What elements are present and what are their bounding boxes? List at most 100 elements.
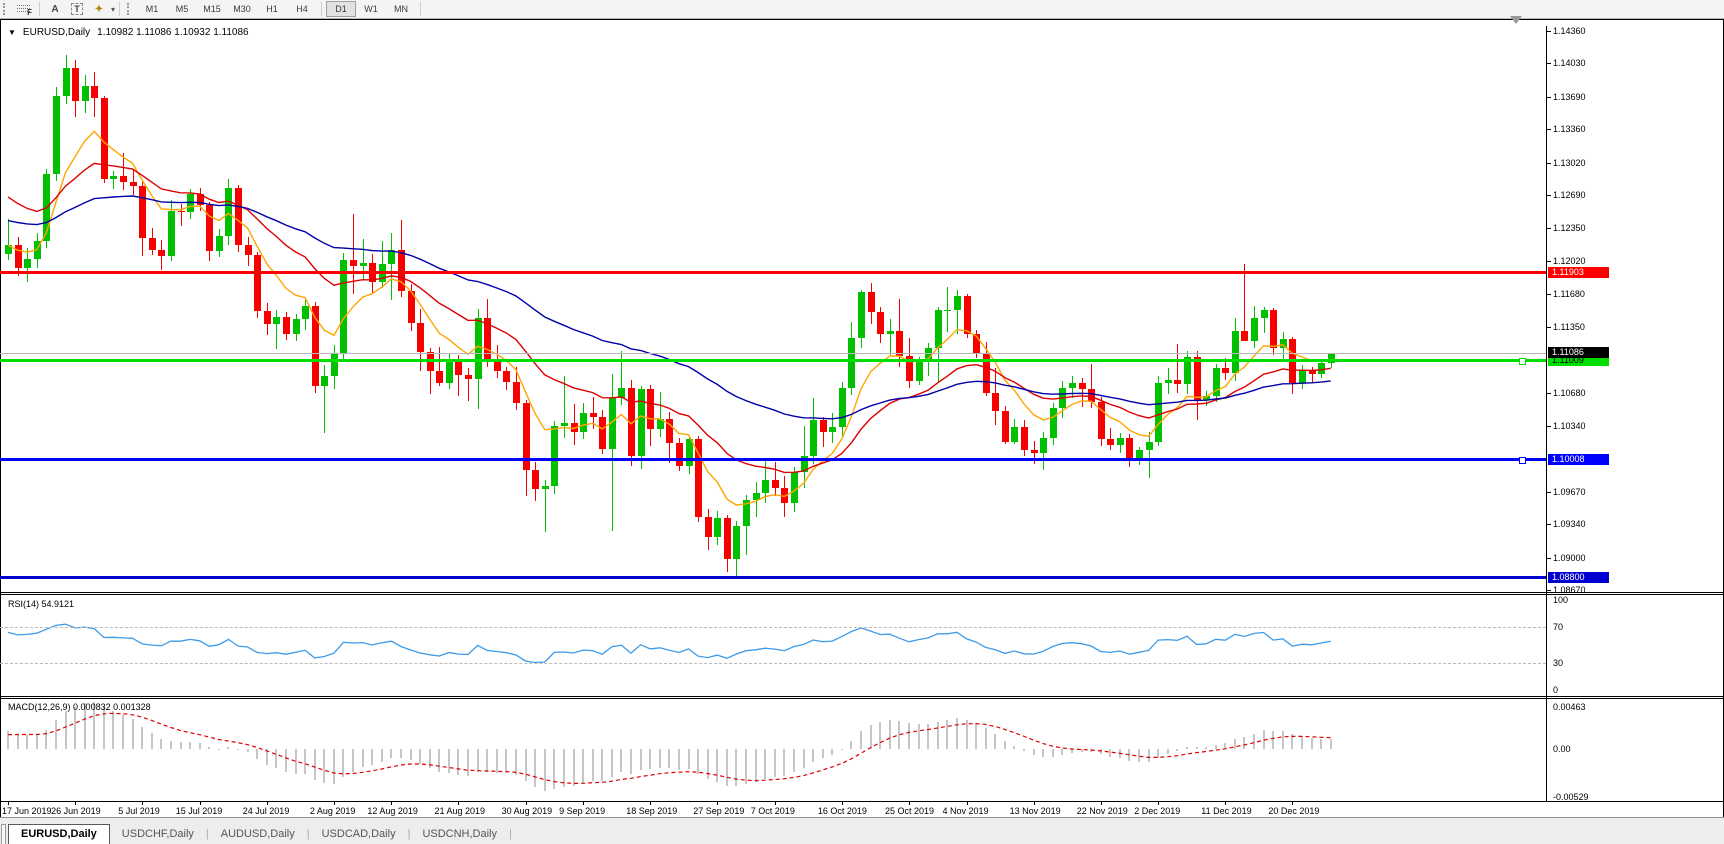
price-axis-tick-label[interactable]: 1.12350 — [1553, 223, 1586, 233]
rsi-scale-label[interactable]: 30 — [1553, 658, 1563, 668]
horizontal-line-object[interactable] — [0, 576, 1546, 579]
date-axis-label[interactable]: 13 Nov 2019 — [1010, 806, 1061, 816]
price-axis-tick-label[interactable]: 1.12690 — [1553, 190, 1586, 200]
date-axis-label[interactable]: 12 Aug 2019 — [367, 806, 418, 816]
pane-splitter[interactable] — [0, 592, 1724, 593]
rsi-scale-label[interactable]: 100 — [1553, 595, 1568, 605]
toolbar-drag-handle[interactable] — [127, 3, 133, 15]
macd-histogram-bar — [956, 718, 958, 749]
text-label-tool-icon[interactable]: T — [69, 2, 85, 16]
toolbar-drag-handle[interactable] — [3, 3, 9, 15]
price-axis-tick-label[interactable]: 1.09000 — [1553, 553, 1586, 563]
price-axis-tick-label[interactable]: 1.10340 — [1553, 421, 1586, 431]
timeframe-m1-button[interactable]: M1 — [137, 1, 167, 17]
candle-body — [149, 238, 156, 250]
timeframe-m15-button[interactable]: M15 — [197, 1, 227, 17]
text-tool-icon[interactable]: A — [47, 2, 63, 16]
candle-body — [1126, 438, 1133, 460]
macd-histogram-bar — [467, 749, 469, 776]
toolbar-separator — [321, 2, 322, 16]
pane-splitter[interactable] — [0, 698, 1724, 699]
candle-body — [168, 211, 175, 256]
date-axis-border — [0, 801, 1724, 802]
macd-scale-label[interactable]: 0.00 — [1553, 744, 1571, 754]
macd-histogram-bar — [1157, 749, 1159, 758]
chart-window[interactable]: ▼ EURUSD,Daily 1.10982 1.11086 1.10932 1… — [0, 19, 1724, 818]
line-handle[interactable] — [1519, 457, 1526, 464]
price-axis-tickmark — [1547, 163, 1551, 164]
candle-body — [580, 413, 587, 432]
chart-plot-layers[interactable]: 1.14360 1.14030 1.13690 1.13360 1.13020 1.126… — [0, 20, 1724, 818]
price-axis-tick-label[interactable]: 1.13360 — [1553, 124, 1586, 134]
price-axis-tick-label[interactable]: 1.13690 — [1553, 92, 1586, 102]
price-axis-tick-label[interactable]: 1.11680 — [1553, 289, 1585, 299]
horizontal-line-object[interactable] — [0, 458, 1546, 461]
tab-usdcad-daily[interactable]: USDCAD,Daily — [310, 825, 408, 844]
date-axis-label[interactable]: 4 Nov 2019 — [943, 806, 989, 816]
candle-wick — [660, 392, 661, 437]
chart-shift-marker-icon[interactable] — [1510, 16, 1522, 24]
date-axis-label[interactable]: 5 Jul 2019 — [118, 806, 160, 816]
date-axis-label[interactable]: 7 Oct 2019 — [751, 806, 795, 816]
date-axis-label[interactable]: 16 Oct 2019 — [818, 806, 867, 816]
candle-body — [1117, 438, 1124, 445]
date-axis-label[interactable]: 17 Jun 2019 — [2, 806, 52, 816]
candle-body — [484, 318, 491, 361]
date-axis-label[interactable]: 2 Aug 2019 — [310, 806, 356, 816]
date-axis-label[interactable]: 2 Dec 2019 — [1134, 806, 1180, 816]
date-axis-label[interactable]: 30 Aug 2019 — [502, 806, 553, 816]
price-axis-tick-label[interactable]: 1.14030 — [1553, 58, 1586, 68]
macd-scale-label[interactable]: -0.00529 — [1553, 792, 1589, 802]
tab-usdchf-daily[interactable]: USDCHF,Daily — [110, 825, 206, 844]
macd-scale-label[interactable]: 0.00463 — [1553, 702, 1586, 712]
tab-eurusd-daily[interactable]: EURUSD,Daily — [8, 824, 110, 844]
timeframe-mn-button[interactable]: MN — [386, 1, 416, 17]
macd-histogram-bar — [601, 749, 603, 781]
fibonacci-tool-icon[interactable]: F — [17, 3, 31, 15]
date-axis-tickmark — [909, 802, 910, 805]
date-axis-label[interactable]: 27 Sep 2019 — [693, 806, 744, 816]
price-axis-tick-label[interactable]: 1.09670 — [1553, 487, 1586, 497]
date-axis-label[interactable]: 9 Sep 2019 — [559, 806, 605, 816]
date-axis-label[interactable]: 15 Jul 2019 — [176, 806, 223, 816]
price-axis-tick-label[interactable]: 1.11350 — [1553, 322, 1585, 332]
pane-splitter[interactable] — [0, 696, 1724, 697]
macd-histogram-bar — [36, 735, 38, 749]
macd-histogram-bar — [247, 749, 249, 752]
macd-histogram-bar — [937, 722, 939, 749]
horizontal-line-object[interactable] — [0, 271, 1546, 274]
price-axis-tick-label[interactable]: 1.09340 — [1553, 519, 1586, 529]
timeframe-h1-button[interactable]: H1 — [257, 1, 287, 17]
timeframe-h4-button[interactable]: H4 — [287, 1, 317, 17]
pane-splitter[interactable] — [0, 594, 1724, 595]
date-axis-label[interactable]: 24 Jul 2019 — [243, 806, 290, 816]
price-axis-tick-label[interactable]: 1.08670 — [1553, 585, 1586, 595]
horizontal-line-object[interactable] — [0, 359, 1546, 362]
price-axis-tick-label[interactable]: 1.12020 — [1553, 256, 1586, 266]
macd-histogram-bar — [841, 749, 843, 750]
date-axis-label[interactable]: 22 Nov 2019 — [1077, 806, 1128, 816]
candle-body — [254, 255, 261, 311]
date-axis-label[interactable]: 26 Jun 2019 — [51, 806, 101, 816]
line-handle[interactable] — [1519, 358, 1526, 365]
date-axis-label[interactable]: 25 Oct 2019 — [885, 806, 934, 816]
price-axis-tick-label[interactable]: 1.13020 — [1553, 158, 1586, 168]
arrow-objects-dropdown-caret[interactable]: ▾ — [111, 5, 115, 14]
date-axis-label[interactable]: 11 Dec 2019 — [1201, 806, 1251, 816]
date-axis-label[interactable]: 18 Sep 2019 — [626, 806, 677, 816]
timeframe-d1-button[interactable]: D1 — [326, 1, 356, 17]
timeframe-m5-button[interactable]: M5 — [167, 1, 197, 17]
date-axis-label[interactable]: 21 Aug 2019 — [434, 806, 485, 816]
rsi-scale-label[interactable]: 0 — [1553, 685, 1558, 695]
timeframe-m30-button[interactable]: M30 — [227, 1, 257, 17]
tab-audusd-daily[interactable]: AUDUSD,Daily — [209, 825, 307, 844]
price-axis-tick-label[interactable]: 1.14360 — [1553, 26, 1586, 36]
timeframe-w1-button[interactable]: W1 — [356, 1, 386, 17]
arrow-objects-icon[interactable]: ✦ — [91, 2, 107, 16]
price-axis-tick-label[interactable]: 1.10680 — [1553, 388, 1586, 398]
rsi-scale-label[interactable]: 70 — [1553, 622, 1563, 632]
date-axis-label[interactable]: 20 Dec 2019 — [1268, 806, 1319, 816]
macd-histogram-bar — [755, 749, 757, 782]
tab-usdcnh-daily[interactable]: USDCNH,Daily — [410, 825, 509, 844]
macd-histogram-bar — [1061, 749, 1063, 755]
